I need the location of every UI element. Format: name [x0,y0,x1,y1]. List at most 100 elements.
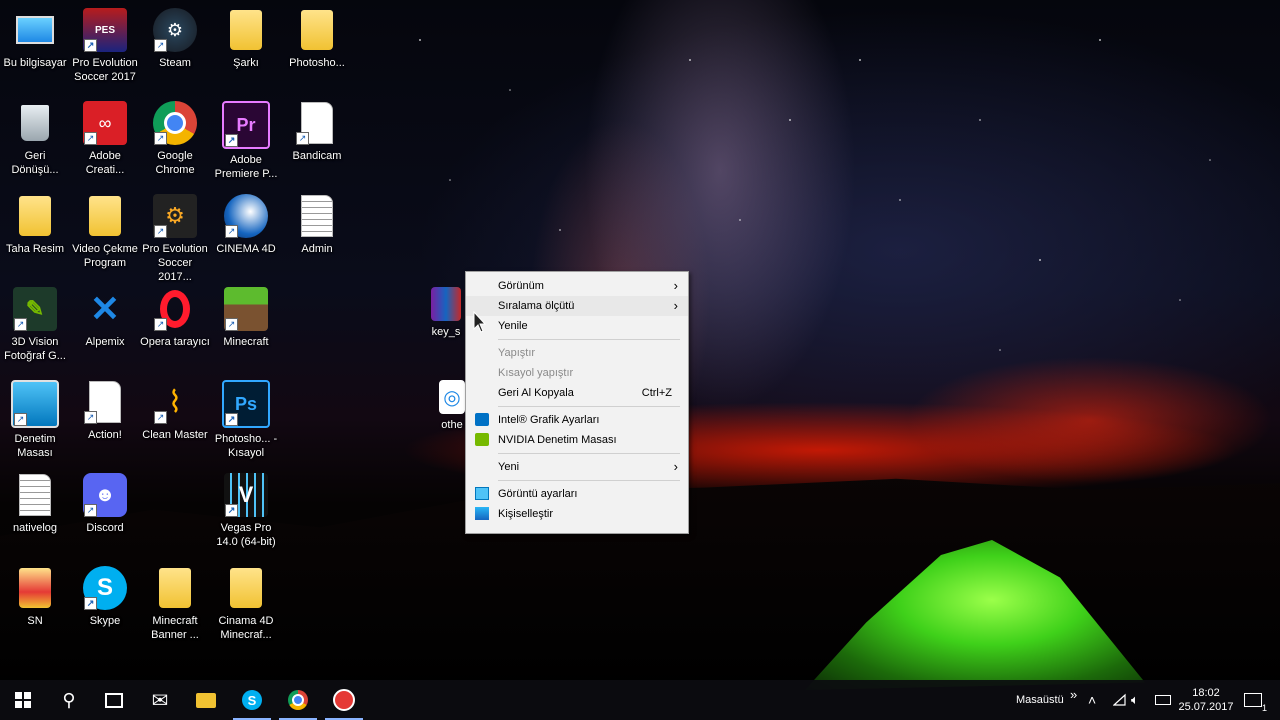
menu-item-nvidia-panel[interactable]: NVIDIA Denetim Masası [466,430,688,450]
network-icon[interactable] [1113,680,1127,720]
clock[interactable]: 18:02 25.07.2017 [1178,680,1234,720]
desktop-icon-vegas[interactable]: V ↗ Vegas Pro 14.0 (64-bit) [211,471,281,549]
taskbar-file-explorer[interactable] [183,680,229,720]
taskbar-chrome[interactable] [275,680,321,720]
desktop-icon-cinema4d-minecraft[interactable]: Cinama 4D Minecraf... [211,564,281,642]
document-icon: ↗ [295,101,339,145]
desktop-icon-3d-vision[interactable]: ✎ ↗ 3D Vision Fotoğraf G... [0,285,70,363]
premiere-icon: Pr ↗ [222,101,270,149]
taskbar: ⚲ ✉ S Masaüstü » ˄ 🔈︎ 18:02 25.07.2017 1 [0,680,1280,720]
menu-item-intel-graphics[interactable]: Intel® Grafik Ayarları [466,410,688,430]
cinema4d-icon: ↗ [224,194,268,238]
menu-item-personalize[interactable]: Kişiselleştir [466,504,688,524]
document-icon: ↗ [83,380,127,424]
action-center-button[interactable]: 1 [1244,680,1267,720]
task-view-button[interactable] [91,680,137,720]
adobe-cc-icon: ∞ ↗ [83,101,127,145]
desktop-icon-premiere[interactable]: Pr ↗ Adobe Premiere P... [211,99,281,181]
desktop-icon-photoshop-shortcut[interactable]: Ps ↗ Photosho... - Kısayol [211,378,281,460]
clock-date: 25.07.2017 [1178,701,1234,713]
desktop-icon-cinema4d[interactable]: ↗ CINEMA 4D [211,192,281,256]
battery-icon[interactable] [1155,680,1171,720]
shortcut-arrow-icon: ↗ [225,134,238,147]
skype-icon: S [242,690,262,710]
taskbar-bandicam[interactable] [321,680,367,720]
shortcut-arrow-icon: ↗ [84,597,97,610]
desktop-icon-nativelog[interactable]: nativelog [0,471,70,535]
menu-item-sort-by[interactable]: Sıralama ölçütü › [466,296,688,316]
shortcut-arrow-icon: ↗ [154,39,167,52]
this-pc-icon [13,8,57,52]
desktop-icon-minecraft-banner[interactable]: Minecraft Banner ... [140,564,210,642]
mail-icon: ✉ [151,689,169,712]
broom-icon: ⌇ ↗ [153,380,197,424]
shortcut-arrow-icon: ↗ [154,318,167,331]
desktop-toolbar-label[interactable]: Masaüstü [1016,680,1064,720]
opera-icon: ↗ [153,287,197,331]
menu-item-undo-copy[interactable]: Geri Al Kopyala Ctrl+Z [466,383,688,403]
shortcut-arrow-icon: ↗ [84,504,97,517]
desktop-icon-control-panel[interactable]: ↗ Denetim Masası [0,378,70,460]
menu-separator [498,453,680,454]
minecraft-icon: ↗ [224,287,268,331]
file-explorer-icon [196,692,216,708]
search-button[interactable]: ⚲ [46,680,92,720]
menu-item-refresh[interactable]: Yenile [466,316,688,336]
steam-icon: ⚙ ↗ [153,8,197,52]
desktop-icon-admin[interactable]: Admin [282,192,352,256]
desktop-icon-video-cekme[interactable]: Video Çekme Program [70,192,140,270]
menu-separator [498,480,680,481]
desktop-icon-pes-settings[interactable]: ⚙ ↗ Pro Evolution Soccer 2017... [140,192,210,284]
menu-item-view[interactable]: Görünüm › [466,276,688,296]
taskbar-mail[interactable]: ✉ [137,680,183,720]
menu-item-paste-shortcut[interactable]: Kısayol yapıştır [466,363,688,383]
desktop-icon-discord[interactable]: ☻ ↗ Discord [70,471,140,535]
desktop-icon-clean-master[interactable]: ⌇ ↗ Clean Master [140,378,210,442]
chevron-up-icon: ˄ [1088,692,1097,708]
chevron-right-icon: › [673,459,678,474]
chevron-right-icon: › [673,298,678,313]
photoshop-icon: Ps ↗ [222,380,270,428]
desktop-icon-skype[interactable]: S ↗ Skype [70,564,140,628]
desktop-icon-sn[interactable]: SN [0,564,70,628]
desktop-icon-taha-resim[interactable]: Taha Resim [0,192,70,256]
notification-icon: 1 [1244,693,1267,713]
desktop-icon-recycle-bin[interactable]: Geri Dönüşü... [0,99,70,177]
start-button[interactable] [0,680,46,720]
toolbar-overflow-icon[interactable]: » [1070,674,1077,714]
desktop-icon-photoshop-folder[interactable]: Photosho... [282,6,352,70]
shortcut-arrow-icon: ↗ [14,318,27,331]
winrar-icon [431,287,461,321]
menu-item-new[interactable]: Yeni › [466,457,688,477]
volume-icon[interactable]: 🔈︎ [1131,680,1139,720]
taskbar-skype[interactable]: S [229,680,275,720]
alpemix-icon: ✕ [89,288,121,329]
menu-separator [498,339,680,340]
personalize-icon [475,507,489,520]
shortcut-arrow-icon: ↗ [154,132,167,145]
shortcut-arrow-icon: ↗ [296,132,309,145]
shortcut-arrow-icon: ↗ [225,504,238,517]
desktop-icon-this-pc[interactable]: Bu bilgisayar [0,6,70,70]
menu-item-paste[interactable]: Yapıştır [466,343,688,363]
record-icon [333,689,355,711]
desktop-icon-pes-2017[interactable]: PES ↗ Pro Evolution Soccer 2017 [70,6,140,84]
desktop-icon-minecraft[interactable]: ↗ Minecraft [211,285,281,349]
shortcut-arrow-icon: ↗ [84,39,97,52]
desktop-icon-adobe-cc[interactable]: ∞ ↗ Adobe Creati... [70,99,140,177]
show-hidden-icons-button[interactable]: ˄ [1088,680,1096,720]
desktop-icon-alpemix[interactable]: ✕ Alpemix [70,285,140,349]
folder-icon [295,8,339,52]
desktop-icon-opera[interactable]: ↗ Opera tarayıcı [140,285,210,349]
desktop-icon-steam[interactable]: ⚙ ↗ Steam [140,6,210,70]
desktop-icon-bandicam[interactable]: ↗ Bandicam [282,99,352,163]
pes-settings-icon: ⚙ ↗ [153,194,197,238]
desktop-icon-sarki[interactable]: Şarkı [211,6,281,70]
desktop-icon-action[interactable]: ↗ Action! [70,378,140,442]
search-icon: ⚲ [62,689,76,710]
menu-item-display-settings[interactable]: Görüntü ayarları [466,484,688,504]
folder-icon [224,8,268,52]
display-settings-icon [475,487,489,500]
shortcut-arrow-icon: ↗ [14,413,27,426]
desktop-icon-chrome[interactable]: ↗ Google Chrome [140,99,210,177]
